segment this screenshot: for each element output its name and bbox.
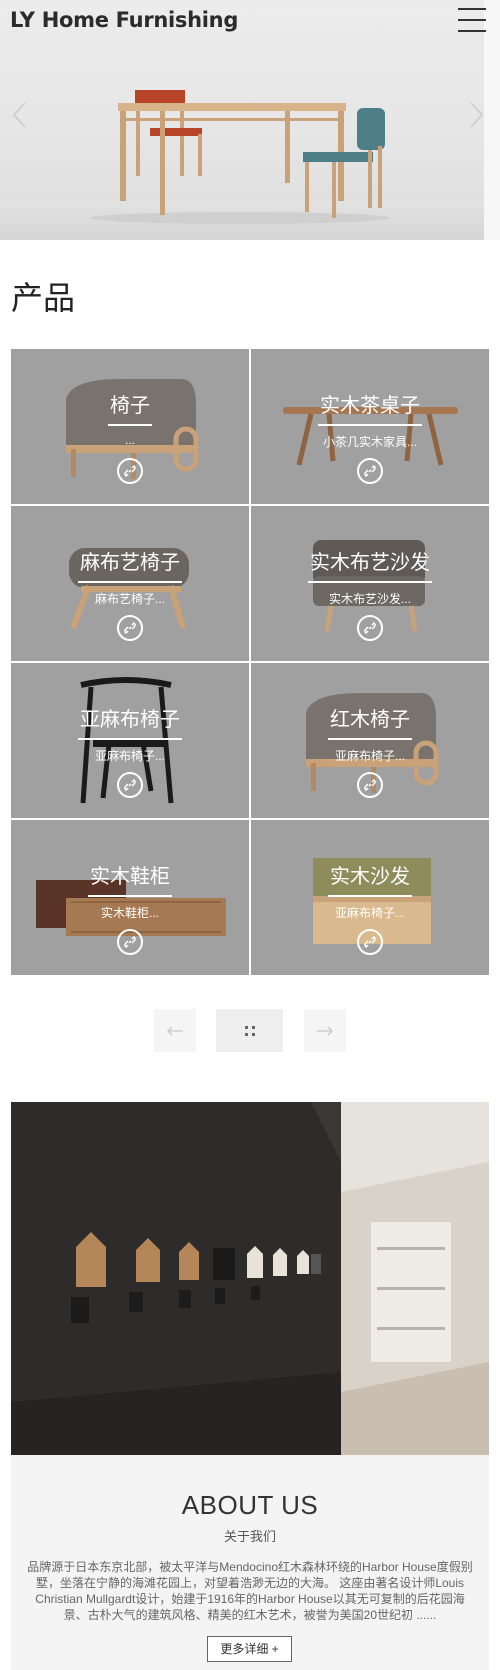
hero-banner: LY Home Furnishing (0, 0, 500, 240)
chevron-left-icon[interactable] (10, 100, 30, 130)
product-desc: 小茶几实木家具... (322, 435, 417, 449)
product-name: 实木鞋柜 (88, 860, 172, 897)
product-grid: 椅子 ... 实木茶桌子 小茶几实木家具... 麻布艺椅子 麻布艺椅子... 实… (11, 349, 489, 976)
products-title: 产品 (11, 279, 76, 317)
hamburger-menu-icon[interactable] (458, 8, 486, 34)
about-subtitle: 关于我们 (223, 1529, 276, 1544)
link-icon[interactable] (357, 772, 383, 798)
about-showroom-image (11, 1102, 489, 1455)
product-desc: 实木布艺沙发... (328, 592, 411, 606)
product-name: 椅子 (108, 389, 152, 426)
product-name: 红木椅子 (328, 703, 412, 740)
product-desc: 亚麻布椅子... (94, 749, 165, 763)
product-desc: 亚麻布椅子... (334, 906, 405, 920)
link-icon[interactable] (117, 772, 143, 798)
link-icon[interactable] (117, 615, 143, 641)
product-name: 麻布艺椅子 (78, 546, 182, 583)
product-tile[interactable]: 实木茶桌子 小茶几实木家具... (251, 349, 489, 504)
about-section: ABOUT US 关于我们 品牌源于日本东京北部，被太平洋与Mendocino红… (11, 1455, 489, 1670)
product-name: 实木布艺沙发 (308, 546, 432, 583)
link-icon[interactable] (357, 929, 383, 955)
product-tile[interactable]: 麻布艺椅子 麻布艺椅子... (11, 506, 249, 661)
more-details-button[interactable]: 更多详细 + (207, 1636, 292, 1662)
product-name: 实木沙发 (328, 860, 412, 897)
hero-edge (484, 0, 500, 240)
product-tile[interactable]: 实木沙发 亚麻布椅子... (251, 820, 489, 975)
link-icon[interactable] (117, 458, 143, 484)
product-desc: 实木鞋柜... (100, 906, 159, 920)
hero-furniture-image (90, 90, 390, 224)
product-name: 实木茶桌子 (318, 389, 422, 426)
grid-icon[interactable] (216, 1009, 283, 1052)
product-name: 亚麻布椅子 (78, 703, 182, 740)
product-tile[interactable]: 实木鞋柜 实木鞋柜... (11, 820, 249, 975)
product-tile[interactable]: 亚麻布椅子 亚麻布椅子... (11, 663, 249, 818)
product-desc: ... (124, 433, 135, 447)
product-desc: 麻布艺椅子... (94, 592, 165, 606)
about-text: 品牌源于日本东京北部，被太平洋与Mendocino红木森林环绕的Harbor H… (27, 1560, 473, 1622)
chevron-right-icon[interactable] (466, 100, 486, 130)
site-logo[interactable]: LY Home Furnishing (10, 8, 238, 32)
about-title: ABOUT US (181, 1490, 319, 1520)
product-tile[interactable]: 椅子 ... (11, 349, 249, 504)
link-icon[interactable] (357, 458, 383, 484)
arrow-right-icon[interactable] (304, 1009, 346, 1052)
product-tile[interactable]: 实木布艺沙发 实木布艺沙发... (251, 506, 489, 661)
arrow-left-icon[interactable] (154, 1009, 196, 1052)
product-desc: 亚麻布椅子... (334, 749, 405, 763)
product-tile[interactable]: 红木椅子 亚麻布椅子... (251, 663, 489, 818)
link-icon[interactable] (357, 615, 383, 641)
link-icon[interactable] (117, 929, 143, 955)
